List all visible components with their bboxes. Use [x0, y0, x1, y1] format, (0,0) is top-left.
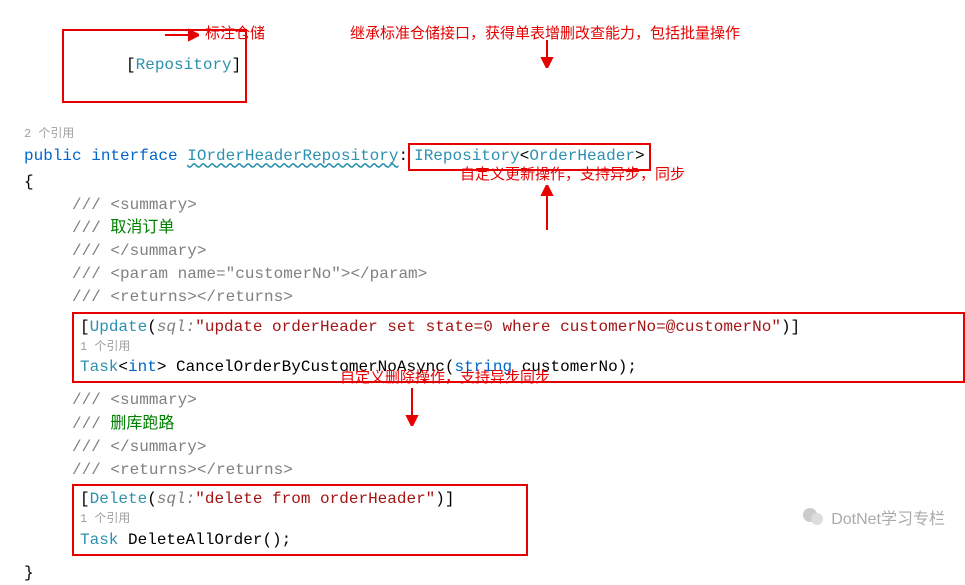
anno-update: 自定义更新操作，支持异步，同步 [460, 163, 685, 184]
arrow-inherit [540, 40, 554, 68]
kw-public: public [24, 147, 82, 165]
int-kw: int [128, 358, 157, 376]
watermark: DotNet学习专栏 [801, 505, 945, 529]
delete-method: DeleteAllOrder [128, 531, 262, 549]
kw-interface: interface [91, 147, 177, 165]
interface-name: IOrderHeaderRepository [187, 147, 398, 165]
bracket-open: [ [126, 56, 136, 74]
references-count-1a: 1 个引用 [80, 339, 957, 356]
xml-summary-close-2: /// </summary> [24, 436, 965, 459]
references-count-2: 2 个引用 [24, 126, 965, 143]
wechat-icon [801, 505, 825, 529]
xml-summary-open-2: /// <summary> [24, 389, 965, 412]
sql-label-2: sql: [157, 490, 195, 508]
brace-close: } [24, 562, 965, 585]
repository-attribute: Repository [136, 56, 232, 74]
watermark-text: DotNet学习专栏 [831, 505, 945, 529]
delete-block: [Delete(sql:"delete from orderHeader")] … [72, 484, 528, 556]
xml-summary-open-1: /// <summary> [24, 194, 965, 217]
anno-repo: 标注仓储 [205, 22, 265, 43]
task-type-1: Task [80, 358, 118, 376]
xml-summary-close-1: /// </summary> [24, 240, 965, 263]
arrow-update [540, 185, 554, 230]
bracket-close: ] [232, 56, 242, 74]
xml-delete-comment: 删库跑路 [110, 415, 174, 433]
xml-param: /// <param name="customerNo"></param> [24, 263, 965, 286]
task-type-2: Task [80, 531, 118, 549]
update-attr: Update [90, 318, 148, 336]
anno-delete: 自定义删除操作，支持异步同步 [340, 366, 550, 387]
xml-cancel-comment: 取消订单 [110, 219, 174, 237]
delete-attr: Delete [90, 490, 148, 508]
delete-sql: "delete from orderHeader" [195, 490, 435, 508]
xml-returns-1: /// <returns></returns> [24, 286, 965, 309]
references-count-1b: 1 个引用 [80, 511, 520, 528]
sql-label-1: sql: [157, 318, 195, 336]
arrow-repo [165, 28, 199, 42]
arrow-delete [405, 388, 419, 426]
update-sql: "update orderHeader set state=0 where cu… [195, 318, 781, 336]
xml-returns-2: /// <returns></returns> [24, 459, 965, 482]
